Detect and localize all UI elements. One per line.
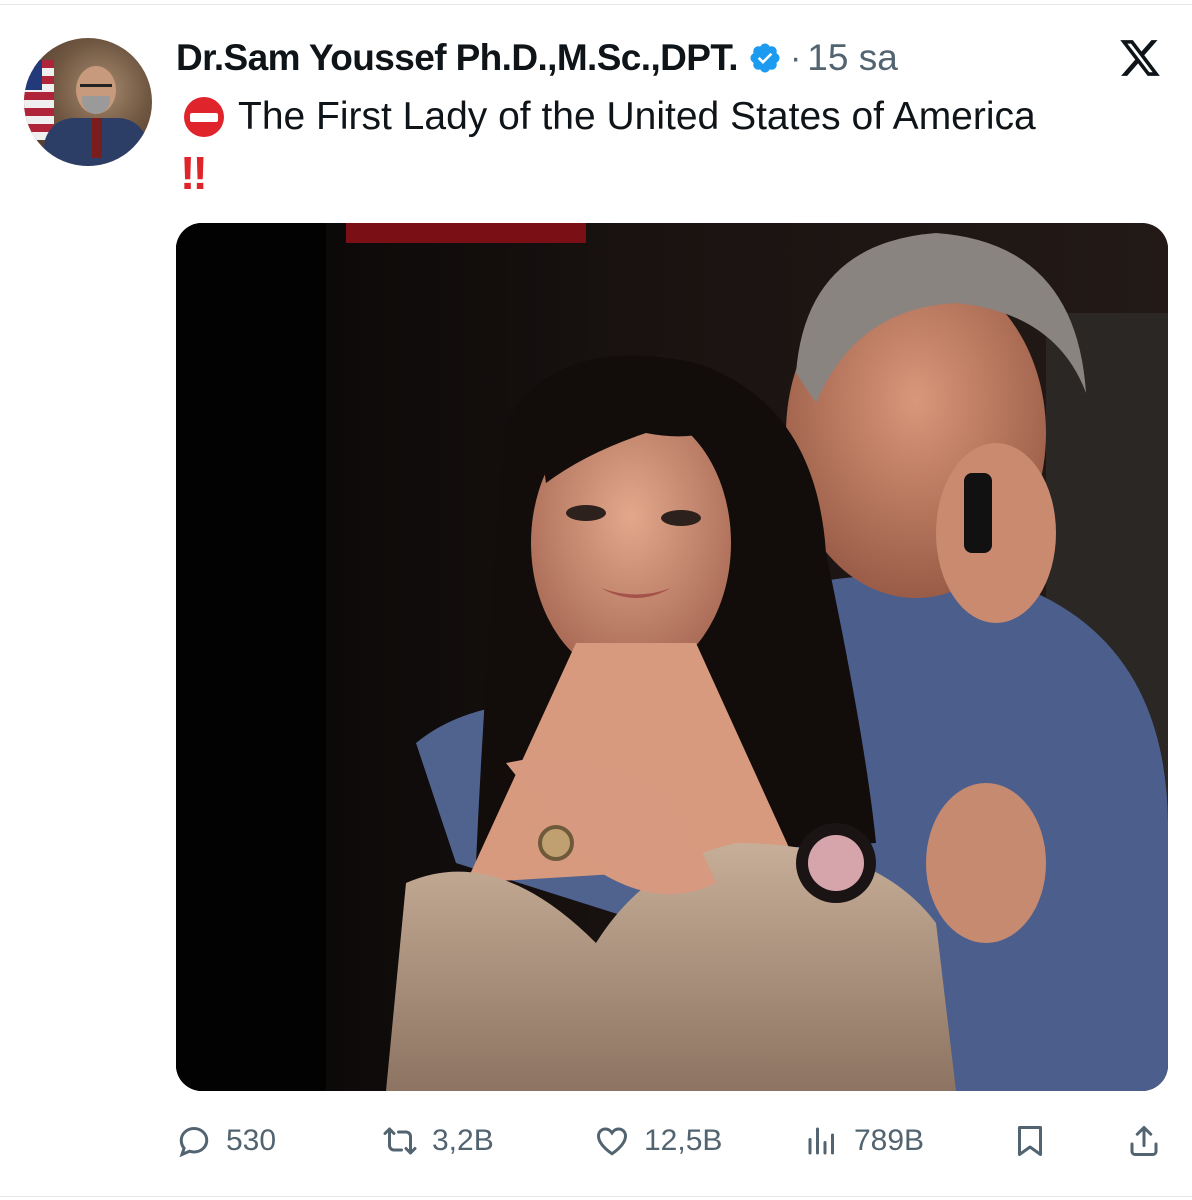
tweet-actions: 530 3,2B 12,5B 789B bbox=[176, 1114, 1166, 1168]
tweet-header: Dr.Sam Youssef Ph.D.,M.Sc.,DPT. · 15 sa bbox=[176, 36, 898, 80]
views-chart-icon bbox=[808, 1127, 834, 1155]
avatar-flag-canton bbox=[24, 60, 42, 90]
tweet-photo[interactable] bbox=[176, 223, 1168, 1091]
verified-badge-icon bbox=[750, 43, 780, 73]
bottom-divider bbox=[0, 1196, 1192, 1197]
author-display-name[interactable]: Dr.Sam Youssef Ph.D.,M.Sc.,DPT. bbox=[176, 37, 739, 79]
header-separator: · bbox=[789, 38, 802, 77]
like-action[interactable]: 12,5B bbox=[594, 1114, 722, 1168]
share-action[interactable] bbox=[1126, 1114, 1162, 1168]
views-count: 789B bbox=[854, 1124, 925, 1157]
photo-image bbox=[176, 223, 1168, 1091]
bookmark-action[interactable] bbox=[1012, 1114, 1048, 1168]
double-exclamation-emoji: ‼ bbox=[180, 147, 208, 199]
reply-action[interactable]: 530 bbox=[176, 1114, 276, 1168]
no-entry-emoji bbox=[184, 97, 224, 137]
heart-icon bbox=[596, 1127, 628, 1156]
tweet-text: The First Lady of the United States of A… bbox=[178, 94, 1036, 140]
repost-icon bbox=[383, 1127, 417, 1155]
reply-icon bbox=[179, 1127, 209, 1158]
share-icon bbox=[1130, 1126, 1158, 1156]
like-count: 12,5B bbox=[644, 1124, 723, 1157]
repost-action[interactable]: 3,2B bbox=[382, 1114, 494, 1168]
tweet-text-body: The First Lady of the United States of A… bbox=[238, 95, 1036, 138]
bookmark-icon bbox=[1018, 1126, 1042, 1156]
views-action[interactable]: 789B bbox=[804, 1114, 924, 1168]
tweet-card[interactable]: Dr.Sam Youssef Ph.D.,M.Sc.,DPT. · 15 sa … bbox=[0, 0, 1192, 1200]
reply-count: 530 bbox=[226, 1124, 277, 1157]
x-logo-icon[interactable] bbox=[1114, 36, 1166, 80]
author-avatar[interactable] bbox=[24, 38, 152, 166]
avatar-tie bbox=[92, 118, 102, 158]
post-timestamp[interactable]: 15 sa bbox=[807, 37, 898, 79]
repost-count: 3,2B bbox=[432, 1124, 494, 1157]
avatar-glasses bbox=[80, 84, 112, 93]
